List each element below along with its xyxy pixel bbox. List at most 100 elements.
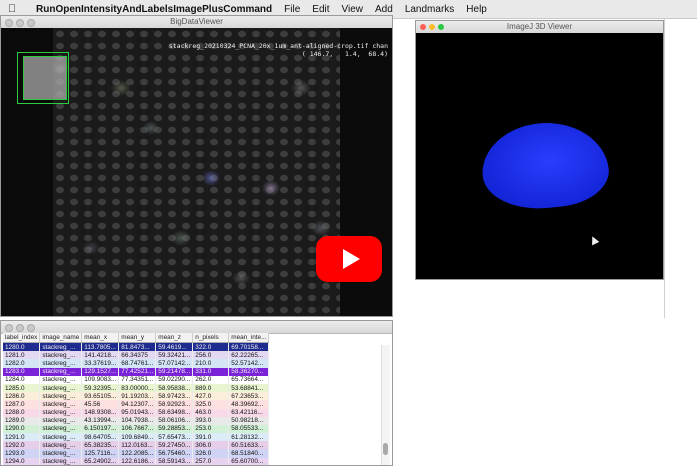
table-cell[interactable]: 109.6849... (118, 433, 157, 442)
table-rows[interactable]: 1280.0 stackreg_... 113.7805... 81.8473... 5… (3, 342, 270, 465)
table-cell[interactable]: 1289.0 (3, 416, 41, 425)
table-cell[interactable]: 1282.0 (3, 359, 41, 368)
table-cell[interactable]: 61.28132... (228, 433, 270, 442)
apple-icon[interactable]:  (8, 3, 24, 15)
table-cell[interactable]: 1280.0 (3, 342, 41, 352)
table-cell[interactable]: 306.0 (192, 441, 230, 450)
table-cell[interactable]: 77.34351... (118, 375, 157, 384)
table-cell[interactable]: 1287.0 (3, 400, 41, 409)
menu-file[interactable]: File (284, 4, 300, 15)
table-cell[interactable]: stackreg_... (39, 342, 83, 352)
table-cell[interactable]: 148.9308... (81, 408, 120, 417)
table-cell[interactable]: 1292.0 (3, 441, 41, 450)
vertical-scrollbar[interactable] (381, 345, 390, 465)
table-cell[interactable]: 65.38235... (81, 441, 120, 450)
table-row[interactable]: 1292.0 stackreg_... 65.38235... 112.0163...… (3, 441, 270, 450)
column-header[interactable]: image_name (39, 333, 83, 343)
table-row[interactable]: 1286.0 stackreg_... 93.65105... 91.19203...… (3, 392, 270, 401)
table-cell[interactable]: 125.7116... (81, 449, 120, 458)
table-cell[interactable]: 98.64705... (81, 433, 120, 442)
table-cell[interactable]: 1288.0 (3, 408, 41, 417)
table-cell[interactable]: 326.0 (192, 449, 230, 458)
table-cell[interactable]: stackreg_... (39, 351, 83, 360)
table-cell[interactable]: 889.0 (192, 383, 230, 393)
table-cell[interactable]: 253.0 (192, 424, 230, 434)
table-cell[interactable]: 77.42521... (118, 367, 157, 376)
table-cell[interactable]: 57.65473... (155, 433, 194, 442)
table-cell[interactable]: 94.12307... (118, 400, 157, 409)
table-cell[interactable]: 63.42116... (228, 408, 270, 417)
column-header[interactable]: mean_y (118, 333, 157, 343)
imagej-3d-viewer-window[interactable]: ImageJ 3D Viewer (415, 20, 664, 280)
table-cell[interactable]: 52.57142... (228, 359, 270, 368)
table-cell[interactable]: 109.9083... (81, 375, 120, 384)
scrollbar-thumb[interactable] (383, 443, 388, 455)
table-cell[interactable]: 60.51633... (228, 441, 270, 450)
table-cell[interactable]: stackreg_... (39, 424, 83, 434)
minimize-button[interactable] (16, 324, 24, 332)
table-cell[interactable]: 113.7805... (81, 342, 120, 352)
table-cell[interactable]: 262.0 (192, 375, 230, 384)
table-cell[interactable]: 43.13994... (81, 416, 120, 425)
table-row[interactable]: 1288.0 stackreg_... 148.9308... 95.01943...… (3, 408, 270, 417)
table-cell[interactable]: 58.97423... (155, 392, 194, 401)
table-cell[interactable]: 33.37619... (81, 359, 120, 368)
label-table[interactable]: label_index image_name mean_x mean_y mean_z n… (3, 333, 270, 465)
table-cell[interactable]: 1281.0 (3, 351, 41, 360)
zoom-button[interactable] (438, 24, 444, 30)
table-cell[interactable]: 91.19203... (118, 392, 157, 401)
menu-help[interactable]: Help (466, 4, 487, 15)
3d-render-canvas[interactable] (416, 33, 663, 279)
table-cell[interactable]: 59.28853... (155, 424, 194, 434)
table-cell[interactable]: stackreg_... (39, 400, 83, 409)
table-cell[interactable]: stackreg_... (39, 392, 83, 401)
column-header[interactable]: mean_inte... (228, 333, 270, 343)
table-cell[interactable]: 1290.0 (3, 424, 41, 434)
table-cell[interactable]: 1283.0 (3, 367, 41, 376)
table-row[interactable]: 1293.0 stackreg_... 125.7116... 122.2085...… (3, 449, 270, 458)
table-cell[interactable]: 1286.0 (3, 392, 41, 401)
table-cell[interactable]: 68.74761... (118, 359, 157, 368)
table-cell[interactable]: 112.0163... (118, 441, 157, 450)
table-cell[interactable]: 58.06106... (155, 416, 194, 425)
table-cell[interactable]: 59.32421... (155, 351, 194, 360)
zoom-button[interactable] (27, 324, 35, 332)
table-cell[interactable]: 93.65105... (81, 392, 120, 401)
table-cell[interactable]: stackreg_... (39, 359, 83, 368)
table-cell[interactable]: stackreg_... (39, 367, 83, 376)
table-body[interactable]: label_index image_name mean_x mean_y mean_z n… (1, 333, 392, 465)
close-button[interactable] (420, 24, 426, 30)
table-cell[interactable]: 463.0 (192, 408, 230, 417)
table-cell[interactable]: 1285.0 (3, 383, 41, 393)
table-cell[interactable]: 81.8473... (118, 342, 157, 352)
table-cell[interactable]: 6.150197... (81, 424, 120, 434)
table-row[interactable]: 1281.0 stackreg_... 141.4218... 66.34375 59.… (3, 351, 270, 360)
table-cell[interactable]: 122.2085... (118, 449, 157, 458)
table-cell[interactable]: 1294.0 (3, 457, 41, 465)
table-row[interactable]: 1291.0 stackreg_... 98.64705... 109.6849...… (3, 433, 270, 442)
table-cell[interactable]: 58.63498... (155, 408, 194, 417)
table-cell[interactable]: stackreg_... (39, 433, 83, 442)
column-header[interactable]: n_pixels (192, 333, 230, 343)
column-header[interactable]: mean_z (155, 333, 194, 343)
table-cell[interactable]: stackreg_... (39, 383, 83, 393)
menu-landmarks[interactable]: Landmarks (405, 4, 454, 15)
table-cell[interactable]: 67.23653... (228, 392, 270, 401)
table-cell[interactable]: stackreg_... (39, 408, 83, 417)
table-cell[interactable]: 48.39692... (228, 400, 270, 409)
table-row[interactable]: 1282.0 stackreg_... 33.37619... 68.74761...… (3, 359, 270, 368)
table-cell[interactable]: stackreg_... (39, 441, 83, 450)
minimize-button[interactable] (429, 24, 435, 30)
table-cell[interactable]: 65.24902... (81, 457, 120, 465)
menu-view[interactable]: View (342, 4, 364, 15)
table-cell[interactable]: 325.0 (192, 400, 230, 409)
table-cell[interactable]: 58.05533... (228, 424, 270, 434)
table-cell[interactable]: 50.98218... (228, 416, 270, 425)
table-cell[interactable]: 257.0 (192, 457, 230, 465)
table-cell[interactable]: 331.0 (192, 367, 230, 376)
table-row[interactable]: 1285.0 stackreg_... 59.32395... 83.00000...… (3, 383, 270, 393)
table-cell[interactable]: stackreg_... (39, 457, 83, 465)
close-button[interactable] (5, 324, 13, 332)
table-row[interactable]: 1284.0 stackreg_... 109.9083... 77.34351...… (3, 375, 270, 384)
menu-app-name[interactable]: RunOpenIntensityAndLabelsImagePlusComman… (36, 4, 272, 15)
